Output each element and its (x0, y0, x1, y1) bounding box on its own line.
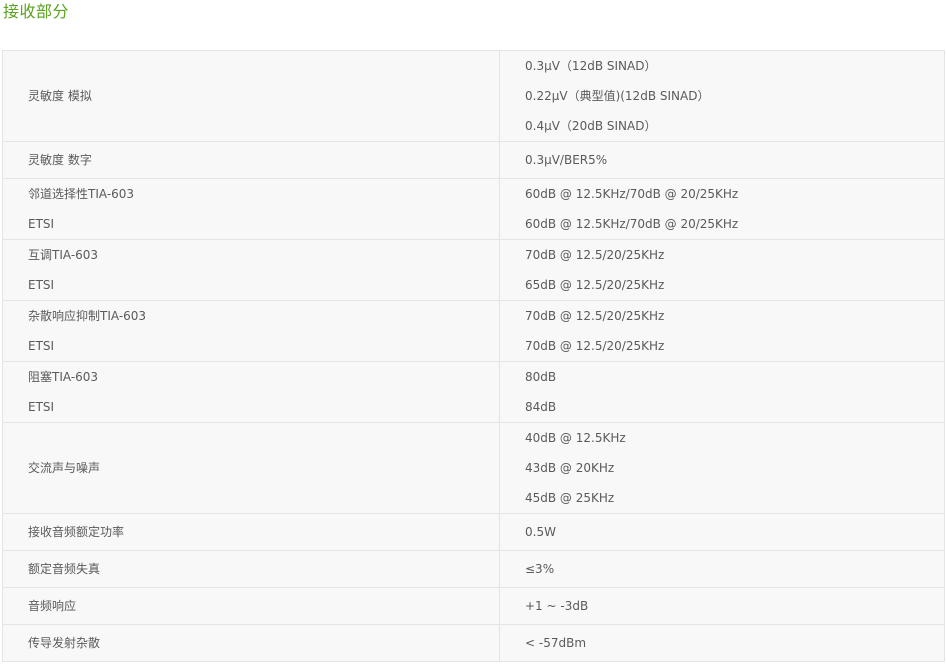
table-row: 灵敏度 数字 0.3μV/BER5% (2, 141, 945, 179)
spec-value: 40dB @ 12.5KHz 43dB @ 20KHz 45dB @ 25KHz (499, 422, 945, 514)
spec-label: 交流声与噪声 (2, 422, 500, 514)
spec-label: 杂散响应抑制TIA-603 ETSI (2, 300, 500, 362)
spec-label: 邻道选择性TIA-603 ETSI (2, 178, 500, 240)
table-row: 传导发射杂散 < -57dBm (2, 624, 945, 662)
table-row: 邻道选择性TIA-603 ETSI 60dB @ 12.5KHz/70dB @ … (2, 178, 945, 240)
receive-spec-table: 灵敏度 模拟 0.3μV（12dB SINAD） 0.22μV（典型值)(12d… (2, 50, 945, 662)
spec-value: 70dB @ 12.5/20/25KHz 70dB @ 12.5/20/25KH… (499, 300, 945, 362)
table-row: 阻塞TIA-603 ETSI 80dB 84dB (2, 361, 945, 423)
spec-label: 接收音频额定功率 (2, 513, 500, 551)
spec-label: 灵敏度 数字 (2, 141, 500, 179)
spec-label: 传导发射杂散 (2, 624, 500, 662)
table-row: 交流声与噪声 40dB @ 12.5KHz 43dB @ 20KHz 45dB … (2, 422, 945, 514)
spec-label: 额定音频失真 (2, 550, 500, 588)
spec-value: 60dB @ 12.5KHz/70dB @ 20/25KHz 60dB @ 12… (499, 178, 945, 240)
table-row: 灵敏度 模拟 0.3μV（12dB SINAD） 0.22μV（典型值)(12d… (2, 50, 945, 142)
spec-value: ≤3% (499, 550, 945, 588)
table-row: 杂散响应抑制TIA-603 ETSI 70dB @ 12.5/20/25KHz … (2, 300, 945, 362)
table-row: 音频响应 +1 ~ -3dB (2, 587, 945, 625)
table-row: 互调TIA-603 ETSI 70dB @ 12.5/20/25KHz 65dB… (2, 239, 945, 301)
section-title: 接收部分 (3, 2, 70, 21)
spec-value: 80dB 84dB (499, 361, 945, 423)
spec-value: 0.3μV/BER5% (499, 141, 945, 179)
spec-label: 音频响应 (2, 587, 500, 625)
table-row: 额定音频失真 ≤3% (2, 550, 945, 588)
spec-label: 阻塞TIA-603 ETSI (2, 361, 500, 423)
spec-label: 互调TIA-603 ETSI (2, 239, 500, 301)
spec-value: 70dB @ 12.5/20/25KHz 65dB @ 12.5/20/25KH… (499, 239, 945, 301)
spec-value: 0.3μV（12dB SINAD） 0.22μV（典型值)(12dB SINAD… (499, 50, 945, 142)
spec-value: +1 ~ -3dB (499, 587, 945, 625)
table-row: 接收音频额定功率 0.5W (2, 513, 945, 551)
spec-label: 灵敏度 模拟 (2, 50, 500, 142)
spec-value: 0.5W (499, 513, 945, 551)
spec-value: < -57dBm (499, 624, 945, 662)
